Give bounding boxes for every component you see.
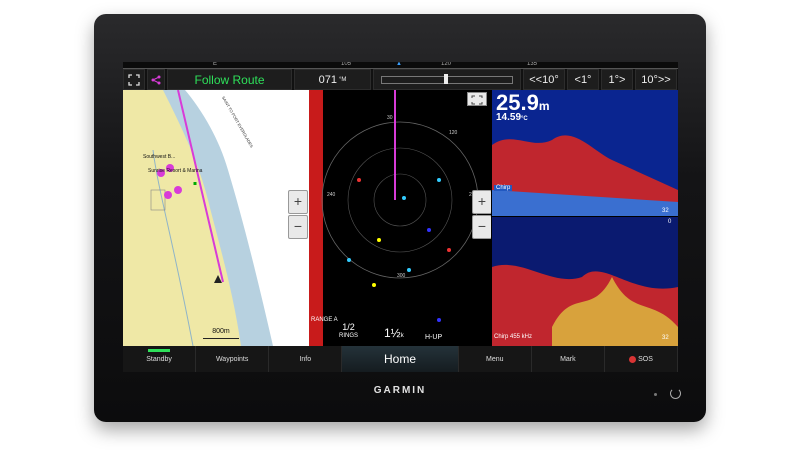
range-readout: 1½k <box>384 326 404 340</box>
range-unit: k <box>400 333 404 339</box>
fullscreen-icon <box>471 95 483 105</box>
chart-zoom-out-button[interactable]: − <box>288 215 308 239</box>
radar-pane[interactable]: 30 120 210 300 240 RANGE A 1/2 RINGS 1½k… <box>309 90 491 346</box>
chartplotter-screen: E 105 120 135 ▲ Follow Route 071 °M <<10… <box>123 62 678 372</box>
zoom-out-icon: − <box>293 218 303 234</box>
temp-value: 14.59 <box>496 112 522 123</box>
sos-label: SOS <box>638 355 653 363</box>
mark-button[interactable]: Mark <box>532 346 605 372</box>
scale-bar: 800m <box>203 328 239 339</box>
turn-stbd-10-button[interactable]: 10°>> <box>635 69 677 90</box>
compass-strip: E 105 120 135 ▲ <box>123 62 678 69</box>
navigation-chart-pane[interactable]: Southwest B... Sunrise Resort & Marina S… <box>123 90 309 346</box>
temp-readout: 14.59°C <box>496 112 528 123</box>
sonar-upper-pane[interactable]: 25.9m 14.59°C Chirp 32 <box>492 90 678 216</box>
sonar-lower-pane[interactable]: Chirp 455 kHz 0 32 <box>492 217 678 346</box>
status-bar: Follow Route 071 °M <<10° <1° 1°> 10°>> <box>123 69 678 90</box>
fullscreen-button[interactable] <box>123 69 145 90</box>
radar-zoom-out-button[interactable]: − <box>472 215 491 239</box>
frequency-label: Chirp 455 kHz <box>494 334 533 340</box>
power-button[interactable] <box>670 388 681 399</box>
rudder-indicator <box>373 69 521 90</box>
zoom-in-icon: + <box>477 193 487 209</box>
depth-unit: m <box>538 99 550 113</box>
sonar-echo-lower <box>492 217 678 346</box>
share-icon <box>151 75 161 84</box>
home-button[interactable]: Home <box>342 346 459 372</box>
radar-zoom-in-button[interactable]: + <box>472 190 491 214</box>
resort-label: Sunrise Resort & Marina <box>148 168 203 174</box>
share-button[interactable] <box>147 69 165 90</box>
place-label: Southwest B... <box>143 154 176 160</box>
turn-stbd-1-button[interactable]: 1°> <box>601 69 633 90</box>
rings-label: RINGS <box>339 333 359 339</box>
chart-zoom-in-button[interactable]: + <box>288 190 308 214</box>
scale-label: 32 <box>662 335 669 341</box>
rudder-needle <box>444 73 448 84</box>
menu-button[interactable]: Menu <box>459 346 532 372</box>
range-value: 1½ <box>384 326 401 340</box>
sos-button[interactable]: SOS <box>605 346 678 372</box>
zoom-in-icon: + <box>293 193 303 209</box>
standby-button[interactable]: Standby <box>123 346 197 372</box>
bearing-label: 240 <box>327 192 336 198</box>
heading-marker-icon: ▲ <box>396 62 402 67</box>
heading-readout: 071 °M <box>294 69 371 90</box>
radar-fullscreen-button[interactable] <box>467 92 487 106</box>
scale-label: 0 <box>668 219 672 225</box>
radar-display <box>309 90 479 346</box>
heading-value: 071 <box>318 73 337 86</box>
rings-readout: 1/2 RINGS <box>339 323 358 341</box>
fullscreen-icon <box>128 73 140 86</box>
orientation-label: H-UP <box>425 334 443 341</box>
standby-indicator <box>148 349 171 352</box>
range-label: RANGE A <box>311 317 338 323</box>
rings-value: 1/2 <box>342 322 355 332</box>
heading-unit: °M <box>338 76 347 83</box>
compass-label: 135 <box>527 62 538 67</box>
temp-unit: °C <box>521 116 528 122</box>
indicator-light <box>654 393 657 396</box>
bearing-label: 120 <box>449 130 458 136</box>
bearing-label: 300 <box>397 273 406 279</box>
sos-icon <box>629 355 637 363</box>
turn-port-1-button[interactable]: <1° <box>567 69 599 90</box>
zoom-out-icon: − <box>477 218 487 234</box>
follow-route-button[interactable]: Follow Route <box>167 69 292 90</box>
bottom-menu-bar: Standby Waypoints Info Home Menu Mark SO… <box>123 346 678 372</box>
rudder-track <box>381 73 513 84</box>
scale-label: 32 <box>662 208 669 214</box>
chirp-tag: Chirp <box>494 185 513 191</box>
bearing-label: 30 <box>387 115 393 121</box>
standby-label: Standby <box>146 355 172 363</box>
turn-port-10-button[interactable]: <<10° <box>523 69 565 90</box>
chart-map <box>150 90 309 346</box>
compass-label: E <box>213 62 218 67</box>
waypoints-button[interactable]: Waypoints <box>196 346 270 372</box>
compass-label: 105 <box>341 62 352 67</box>
info-button[interactable]: Info <box>269 346 343 372</box>
compass-label: 120 <box>441 62 452 67</box>
